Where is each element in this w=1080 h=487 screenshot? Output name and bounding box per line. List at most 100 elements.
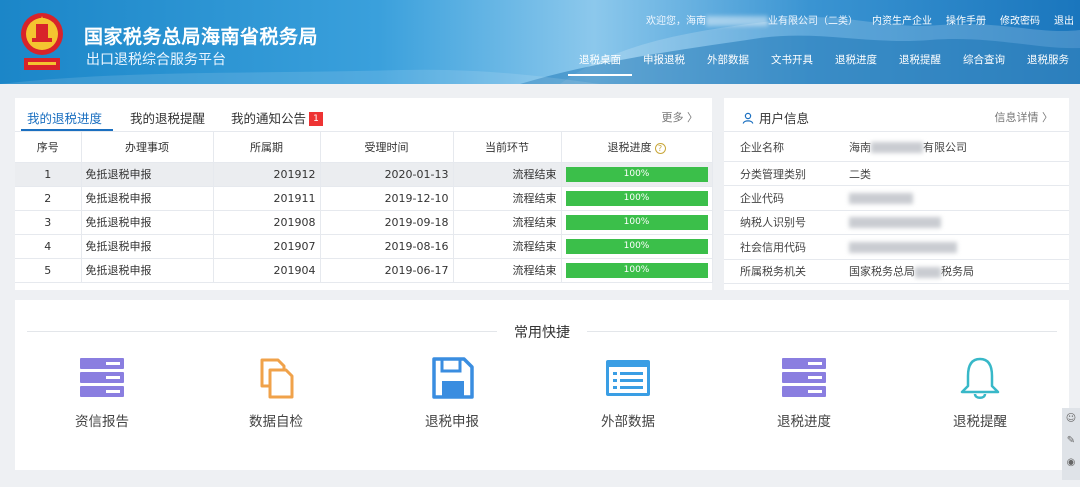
field-label: 社会信用代码 bbox=[740, 240, 806, 254]
notice-count-badge: 1 bbox=[309, 112, 324, 126]
cell-progress: 100% bbox=[561, 258, 713, 283]
shortcut-refund-declare[interactable]: 退税申报 bbox=[397, 356, 507, 430]
nav-item-desktop[interactable]: 退税桌面 bbox=[568, 52, 632, 76]
shortcut-refund-reminder[interactable]: 退税提醒 bbox=[925, 356, 1035, 430]
user-info-row: 分类管理类别 二类 bbox=[724, 162, 1069, 187]
edit-icon[interactable]: ✎ bbox=[1062, 430, 1080, 452]
user-info-list: 企业名称 海南 有限公司 分类管理类别 二类 企业代码 纳税人识别号 社会信用代码… bbox=[724, 132, 1069, 284]
server-stack-icon bbox=[782, 358, 826, 397]
chat-icon[interactable]: ☺ bbox=[1062, 408, 1080, 430]
field-value bbox=[849, 216, 941, 229]
tab-my-progress[interactable]: 我的退税进度 bbox=[27, 108, 102, 127]
floppy-disk-icon bbox=[432, 357, 474, 399]
nav-item-reminder[interactable]: 退税提醒 bbox=[888, 52, 952, 76]
app-subtitle: 出口退税综合服务平台 bbox=[86, 52, 226, 68]
shortcut-label: 退税提醒 bbox=[953, 414, 1007, 430]
cell-period: 201904 bbox=[213, 258, 321, 283]
table-row[interactable]: 2 免抵退税申报 201911 2019-12-10 流程结束 100% bbox=[15, 186, 713, 211]
cell-period: 201911 bbox=[213, 186, 321, 211]
col-header-no: 序号 bbox=[15, 132, 82, 163]
field-label: 企业代码 bbox=[740, 192, 784, 206]
field-value bbox=[849, 240, 957, 253]
cell-progress: 100% bbox=[561, 162, 713, 187]
tab-my-reminders[interactable]: 我的退税提醒 bbox=[130, 108, 205, 127]
cell-period: 201907 bbox=[213, 234, 321, 259]
col-header-stage: 当前环节 bbox=[453, 132, 562, 163]
user-info-title: 用户信息 bbox=[742, 108, 809, 127]
cell-stage: 流程结束 bbox=[453, 162, 562, 187]
top-link-company-type[interactable]: 内资生产企业 bbox=[872, 12, 932, 27]
cell-progress: 100% bbox=[561, 234, 713, 259]
shortcuts-panel: 常用快捷 资信报告 数据自检 退税申报 外部数据 退税进度 退税提醒 bbox=[15, 300, 1069, 470]
table-row[interactable]: 4 免抵退税申报 201907 2019-08-16 流程结束 100% bbox=[15, 234, 713, 259]
nav-item-progress[interactable]: 退税进度 bbox=[824, 52, 888, 76]
field-value bbox=[849, 192, 913, 205]
info-detail-link[interactable]: 信息详情 〉 bbox=[995, 109, 1054, 125]
top-link-change-password[interactable]: 修改密码 bbox=[1000, 12, 1040, 27]
top-link-manual[interactable]: 操作手册 bbox=[946, 12, 986, 27]
nav-item-service[interactable]: 退税服务 bbox=[1016, 52, 1080, 76]
progress-table: 序号 办理事项 所属期 受理时间 当前环节 退税进度? 1 免抵退税申报 201… bbox=[15, 132, 713, 283]
user-info-row: 社会信用代码 bbox=[724, 235, 1069, 260]
welcome-text: 欢迎您，海南 业有限公司（二类） bbox=[646, 16, 858, 27]
shortcut-label: 退税申报 bbox=[425, 414, 479, 430]
user-icon bbox=[742, 112, 754, 124]
user-info-row: 纳税人识别号 bbox=[724, 211, 1069, 236]
field-value: 国家税务总局 税务局 bbox=[849, 265, 974, 279]
tab-my-notices[interactable]: 我的通知公告 1 bbox=[231, 108, 324, 127]
cell-time: 2020-01-13 bbox=[320, 162, 454, 187]
list-window-icon bbox=[606, 360, 650, 396]
table-row[interactable]: 3 免抵退税申报 201908 2019-09-18 流程结束 100% bbox=[15, 210, 713, 235]
user-info-row: 企业代码 bbox=[724, 186, 1069, 211]
cell-no: 4 bbox=[15, 234, 82, 259]
field-label: 企业名称 bbox=[740, 140, 784, 154]
nav-item-query[interactable]: 综合查询 bbox=[952, 52, 1016, 76]
cell-time: 2019-08-16 bbox=[320, 234, 454, 259]
shortcut-data-check[interactable]: 数据自检 bbox=[221, 356, 331, 430]
col-header-period: 所属期 bbox=[213, 132, 321, 163]
shortcut-label: 退税进度 bbox=[777, 414, 831, 430]
cell-no: 1 bbox=[15, 162, 82, 187]
cell-progress: 100% bbox=[561, 210, 713, 235]
cell-item: 免抵退税申报 bbox=[81, 258, 214, 283]
redacted-value bbox=[871, 142, 923, 153]
table-row[interactable]: 5 免抵退税申报 201904 2019-06-17 流程结束 100% bbox=[15, 258, 713, 283]
national-emblem-icon bbox=[21, 13, 63, 70]
progress-bar: 100% bbox=[565, 238, 708, 254]
col-header-progress: 退税进度? bbox=[561, 132, 713, 163]
cell-no: 2 bbox=[15, 186, 82, 211]
field-label: 纳税人识别号 bbox=[740, 216, 806, 230]
floating-toolbar: ☺ ✎ ◉ bbox=[1062, 408, 1080, 480]
active-tab-indicator bbox=[21, 129, 113, 131]
field-value: 海南 有限公司 bbox=[849, 140, 967, 154]
shortcut-credit-report[interactable]: 资信报告 bbox=[47, 356, 157, 430]
shortcut-external-data[interactable]: 外部数据 bbox=[573, 356, 683, 430]
nav-item-declare[interactable]: 申报退税 bbox=[632, 52, 696, 76]
cell-no: 3 bbox=[15, 210, 82, 235]
cell-time: 2019-06-17 bbox=[320, 258, 454, 283]
shortcut-label: 资信报告 bbox=[75, 414, 129, 430]
shortcut-refund-progress[interactable]: 退税进度 bbox=[749, 356, 859, 430]
cell-item: 免抵退税申报 bbox=[81, 162, 214, 187]
table-row[interactable]: 1 免抵退税申报 201912 2020-01-13 流程结束 100% bbox=[15, 162, 713, 187]
nav-item-external-data[interactable]: 外部数据 bbox=[696, 52, 760, 76]
field-label: 分类管理类别 bbox=[740, 167, 806, 181]
progress-tabs: 我的退税进度 我的退税提醒 我的通知公告 1 更多 〉 bbox=[15, 98, 712, 132]
top-link-logout[interactable]: 退出 bbox=[1054, 12, 1074, 27]
user-info-row: 企业名称 海南 有限公司 bbox=[724, 132, 1069, 162]
more-link[interactable]: 更多 〉 bbox=[662, 109, 699, 125]
copy-document-icon bbox=[260, 358, 294, 399]
cell-period: 201908 bbox=[213, 210, 321, 235]
app-title: 国家税务总局海南省税务局 bbox=[84, 26, 319, 48]
cell-no: 5 bbox=[15, 258, 82, 283]
col-header-item: 办理事项 bbox=[81, 132, 214, 163]
user-info-row: 所属税务机关 国家税务总局 税务局 bbox=[724, 260, 1069, 284]
view-icon[interactable]: ◉ bbox=[1062, 452, 1080, 474]
field-value: 二类 bbox=[849, 167, 871, 181]
nav-item-documents[interactable]: 文书开具 bbox=[760, 52, 824, 76]
progress-bar: 100% bbox=[565, 190, 708, 206]
help-icon[interactable]: ? bbox=[654, 142, 666, 154]
server-stack-icon bbox=[80, 358, 124, 397]
cell-item: 免抵退税申报 bbox=[81, 186, 214, 211]
redacted-value bbox=[849, 217, 941, 229]
